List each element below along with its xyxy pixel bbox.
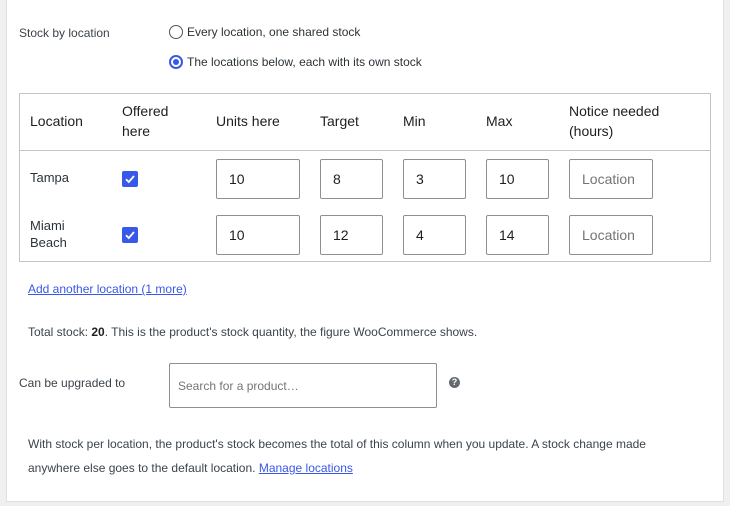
upgrade-search-input[interactable] xyxy=(169,363,437,408)
stock-by-location-label: Stock by location xyxy=(19,26,110,40)
header-offered-line2: here xyxy=(122,123,151,139)
units-input[interactable] xyxy=(216,215,300,255)
min-input[interactable] xyxy=(403,215,466,255)
radio-shared-stock[interactable]: Every location, one shared stock xyxy=(169,25,360,39)
header-notice: Notice needed (hours) xyxy=(569,101,659,141)
header-units: Units here xyxy=(216,113,280,129)
upgrade-label: Can be upgraded to xyxy=(19,376,126,390)
header-target: Target xyxy=(320,113,359,129)
locations-table: Location Offered here Units here Target … xyxy=(19,93,711,262)
stock-note-line2-text: anywhere else goes to the default locati… xyxy=(28,461,259,475)
offered-checkbox[interactable] xyxy=(122,227,138,243)
max-input[interactable] xyxy=(486,215,549,255)
header-offered-line1: Offered xyxy=(122,103,169,119)
header-location: Location xyxy=(30,113,83,129)
help-icon[interactable]: ? xyxy=(449,377,460,388)
radio-button-selected[interactable] xyxy=(169,55,183,69)
header-min: Min xyxy=(403,113,426,129)
total-stock-value: 20 xyxy=(91,325,105,339)
target-input[interactable] xyxy=(320,215,383,255)
radio-button[interactable] xyxy=(169,25,183,39)
header-notice-line2: (hours) xyxy=(569,123,614,139)
inventory-panel: Stock by location Every location, one sh… xyxy=(6,0,724,502)
notice-input[interactable] xyxy=(569,215,653,255)
row-location-name-line1: Tampa xyxy=(30,170,70,185)
add-location-link[interactable]: Add another location (1 more) xyxy=(28,282,187,296)
header-offered: Offered here xyxy=(122,101,168,141)
row-location-name-line2: Beach xyxy=(30,235,67,250)
radio-label: The locations below, each with its own s… xyxy=(187,55,422,69)
total-stock-suffix: . This is the product's stock quantity, … xyxy=(104,325,478,339)
stock-note-line1: With stock per location, the product's s… xyxy=(28,437,646,451)
header-divider xyxy=(20,150,710,151)
total-stock-prefix: Total stock: xyxy=(28,325,92,339)
max-input[interactable] xyxy=(486,159,549,199)
checkmark-icon xyxy=(125,231,135,240)
target-input[interactable] xyxy=(320,159,383,199)
manage-locations-link[interactable]: Manage locations xyxy=(259,461,353,475)
offered-checkbox[interactable] xyxy=(122,171,138,187)
row-location-name: Tampa xyxy=(30,169,69,186)
row-location-name-line1: Miami xyxy=(30,218,65,233)
checkmark-icon xyxy=(125,175,135,184)
units-input[interactable] xyxy=(216,159,300,199)
notice-input[interactable] xyxy=(569,159,653,199)
header-notice-line1: Notice needed xyxy=(569,103,660,119)
radio-per-location-stock[interactable]: The locations below, each with its own s… xyxy=(169,55,422,69)
stock-note-line2: anywhere else goes to the default locati… xyxy=(28,456,708,480)
row-location-name: Miami Beach xyxy=(30,217,67,251)
header-max: Max xyxy=(486,113,513,129)
min-input[interactable] xyxy=(403,159,466,199)
total-stock-text: Total stock: 20. This is the product's s… xyxy=(28,325,477,339)
stock-note: With stock per location, the product's s… xyxy=(28,432,708,480)
radio-label: Every location, one shared stock xyxy=(187,25,361,39)
